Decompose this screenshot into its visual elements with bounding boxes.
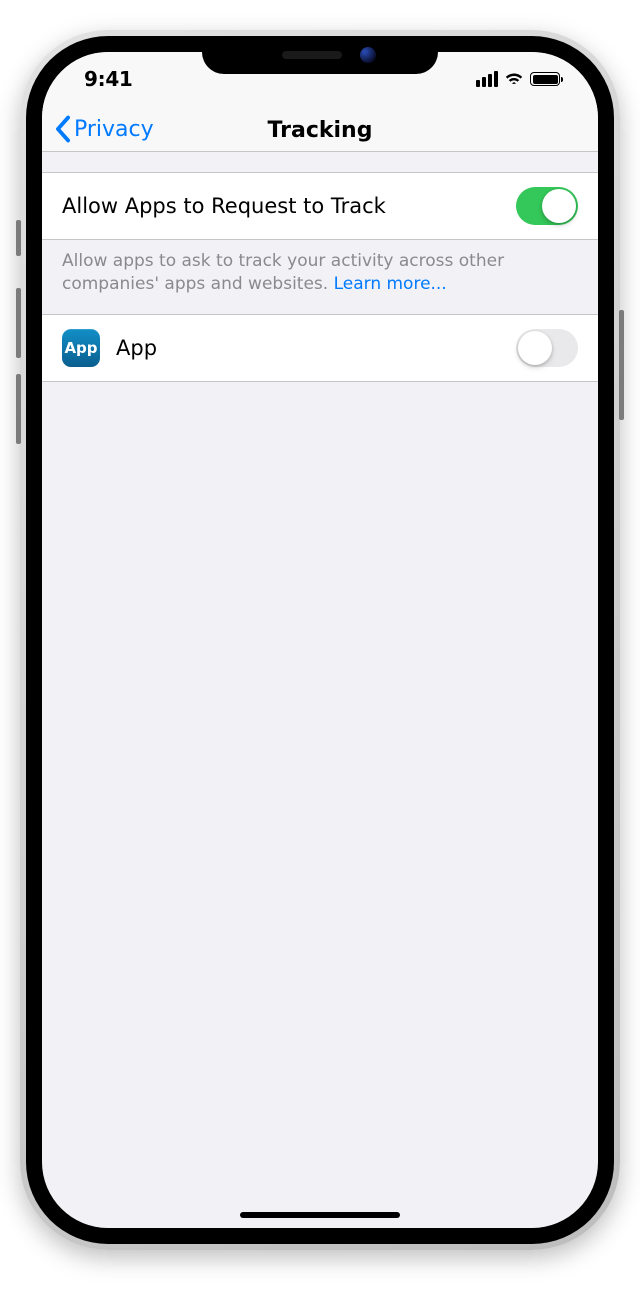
silent-switch (16, 220, 21, 256)
power-button (619, 310, 624, 420)
app-tracking-toggle[interactable] (516, 329, 578, 367)
wifi-icon (504, 72, 524, 87)
allow-apps-request-toggle[interactable] (516, 187, 578, 225)
device-frame: 9:41 Privacy Tracking (20, 30, 620, 1250)
volume-down-button (16, 374, 21, 444)
screen: 9:41 Privacy Tracking (42, 52, 598, 1228)
content-area: Allow Apps to Request to Track Allow app… (42, 152, 598, 382)
battery-icon (530, 72, 560, 86)
page-title: Tracking (42, 118, 598, 143)
speaker-grille (282, 51, 342, 59)
status-indicators (476, 71, 568, 87)
device-bezel: 9:41 Privacy Tracking (26, 36, 614, 1244)
status-time: 9:41 (72, 67, 133, 91)
home-indicator[interactable] (240, 1212, 400, 1218)
app-name-label: App (116, 336, 516, 360)
master-toggle-group: Allow Apps to Request to Track (42, 172, 598, 240)
learn-more-link[interactable]: Learn more... (334, 274, 447, 294)
allow-apps-request-row: Allow Apps to Request to Track (42, 173, 598, 239)
cellular-icon (476, 71, 498, 87)
volume-up-button (16, 288, 21, 358)
app-tracking-row: App App (42, 315, 598, 381)
apps-list-group: App App (42, 314, 598, 382)
notch (202, 36, 438, 74)
front-camera (360, 47, 376, 63)
allow-apps-description: Allow apps to ask to track your activity… (42, 240, 598, 314)
app-icon: App (62, 329, 100, 367)
allow-apps-request-label: Allow Apps to Request to Track (62, 194, 516, 218)
